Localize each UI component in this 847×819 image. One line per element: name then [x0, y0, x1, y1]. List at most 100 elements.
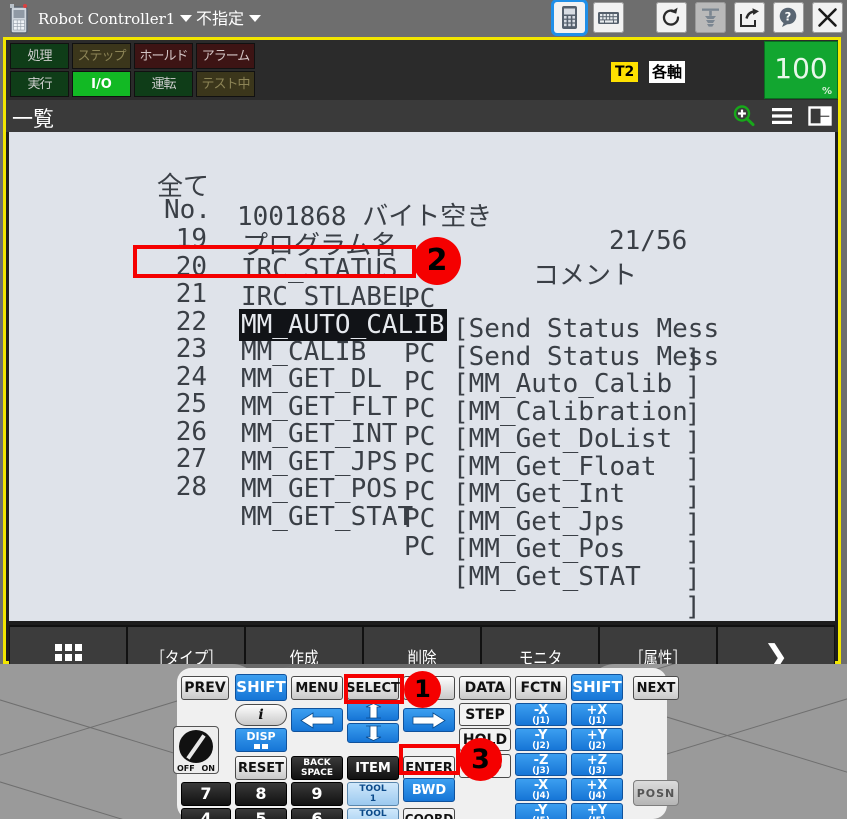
knob-off-label: OFF — [177, 764, 195, 773]
table-row[interactable]: 26 MM_GET_JPS PC [MM_Get_Jps ] — [9, 387, 835, 567]
jog-plus-y-j2-key[interactable]: +Y (J2) — [571, 728, 623, 751]
disp-key[interactable]: DISP — [235, 728, 287, 752]
status-cell-hold[interactable]: ホールド — [134, 43, 193, 69]
jog-minus-x-j4-key[interactable]: -X (J4) — [515, 778, 567, 801]
window-subtitle: 不指定 — [196, 7, 266, 31]
jog-minus-x-j1-key[interactable]: -X (J1) — [515, 703, 567, 726]
data-key[interactable]: DATA — [459, 676, 511, 700]
chevron-down-icon-2[interactable] — [249, 14, 262, 22]
coord-key[interactable]: COORD — [403, 808, 455, 819]
disp-key-bars — [254, 744, 268, 749]
export-arrow-button[interactable] — [733, 2, 765, 33]
jog-minus-y-j2-key[interactable]: -Y (J2) — [515, 728, 567, 751]
list-header-bar: 一覧 — [6, 100, 838, 132]
jog-plus-x-j4-key[interactable]: +X (J4) — [571, 778, 623, 801]
fctn-key[interactable]: FCTN — [515, 676, 567, 700]
status-cell-unten[interactable]: 運転 — [134, 71, 193, 97]
table-row[interactable]: 22 MM_CALIB PC [MM_Calibration ] — [9, 277, 835, 457]
shift-right-key[interactable]: SHIFT — [571, 674, 623, 701]
keyboard-view-button[interactable] — [593, 2, 625, 33]
status-cell-testing[interactable]: テスト中 — [196, 71, 255, 97]
robot-button[interactable] — [694, 2, 726, 33]
enter-key[interactable]: ENTER — [403, 756, 455, 780]
annotation-marker-1: 1 — [404, 671, 441, 708]
list-title: 一覧 — [12, 107, 54, 131]
table-row[interactable]: 23 MM_GET_DL PC [MM_Get_DoList ] — [9, 304, 835, 484]
reset-key[interactable]: RESET — [235, 756, 287, 780]
row-comment: [MM_Get_Int — [453, 479, 626, 509]
status-cell-shori[interactable]: 処理 — [10, 43, 69, 69]
jog-minus-z-j3-key[interactable]: -Z (J3) — [515, 753, 567, 776]
table-row[interactable]: 27 MM_GET_POS PC [MM_Get_Pos ] — [9, 414, 835, 594]
coord-badge: 各軸 — [649, 61, 686, 83]
num9-key[interactable]: 9 — [291, 782, 343, 806]
jog-plus-x-j1-key[interactable]: +X (J1) — [571, 703, 623, 726]
layout-icon[interactable] — [808, 104, 832, 132]
title-bar: Robot Controller1 不指定 ? — [0, 0, 847, 37]
num8-key[interactable]: 8 — [235, 782, 287, 806]
row-comment: [MM_Get_Pos — [453, 534, 626, 564]
titlebar-buttons: ? — [551, 2, 843, 35]
bwd-key[interactable]: BWD — [403, 778, 455, 802]
status-bar: 処理 ステップ ホールド アラーム 実行 I/O 運転 テスト中 T2 各軸 1… — [6, 40, 838, 100]
table-row[interactable]: 24 MM_GET_FLT PC [MM_Get_Float ] — [9, 332, 835, 512]
summary-row: 全て 1001868 バイト空き 21/56 — [9, 136, 835, 256]
program-list-panel[interactable]: 全て 1001868 バイト空き 21/56 No. プログラム名 コメント 1… — [9, 132, 835, 621]
left-arrow-key[interactable] — [291, 708, 343, 732]
num4-key[interactable]: 4 — [181, 808, 231, 819]
select-key[interactable]: SELECT — [346, 676, 400, 700]
close-button[interactable] — [812, 2, 843, 33]
row-bracket: ] — [685, 481, 701, 512]
num7-key[interactable]: 7 — [181, 782, 231, 806]
status-cell-alarm[interactable]: アラーム — [196, 43, 255, 69]
status-cell-io[interactable]: I/O — [72, 71, 131, 97]
annotation-marker-3: 3 — [459, 738, 502, 781]
program-rows: 19 IRC_STATUS PC [Send Status Mess ] 20 … — [9, 194, 835, 622]
jog-plus-z-j3-key[interactable]: +Z (J3) — [571, 753, 623, 776]
svg-text:?: ? — [785, 9, 792, 23]
refresh-button[interactable] — [655, 2, 687, 33]
info-key[interactable]: i — [235, 704, 287, 726]
status-cell-step[interactable]: ステップ — [72, 43, 131, 69]
num5-key[interactable]: 5 — [235, 808, 287, 819]
row-bracket: ] — [685, 591, 701, 622]
up-arrow-key[interactable] — [347, 701, 399, 721]
num6-key[interactable]: 6 — [291, 808, 343, 819]
help-button[interactable]: ? — [772, 2, 804, 33]
app-root: Robot Controller1 不指定 ? 処理 ステップ ホールド アラー… — [0, 0, 847, 819]
row-bracket: ] — [685, 536, 701, 567]
posn-key[interactable]: POSN — [633, 780, 679, 806]
next-key[interactable]: NEXT — [633, 676, 679, 700]
row-name: MM_GET_POS — [241, 474, 398, 504]
item-key[interactable]: ITEM — [347, 756, 399, 780]
arrow-right-icon — [412, 711, 446, 729]
knob-labels: OFF ON — [174, 764, 218, 773]
status-cell-run[interactable]: 実行 — [10, 71, 69, 97]
arrow-down-icon — [365, 725, 381, 741]
speed-override-indicator[interactable]: 100 % — [764, 41, 838, 99]
row-comment: [MM_Get_STAT — [453, 561, 641, 592]
table-row[interactable]: 28 MM_GET_STAT PC [MM_Get_STAT ] — [9, 442, 835, 622]
menu-icon[interactable] — [770, 104, 794, 132]
jog-minus-y-j5-key[interactable]: -Y(J5) — [515, 803, 567, 819]
menu-key[interactable]: MENU — [291, 676, 343, 700]
backspace-key[interactable]: BACK SPACE — [291, 756, 343, 780]
jog-plus-y-j5-key[interactable]: +Y(J5) — [571, 803, 623, 819]
pendant-view-button[interactable] — [554, 2, 586, 33]
right-arrow-key[interactable] — [403, 708, 455, 732]
down-arrow-key[interactable] — [347, 723, 399, 743]
window-title: Robot Controller1 — [38, 8, 197, 30]
tool2-key[interactable]: TOOL 2 — [347, 808, 399, 819]
teach-pendant-icon — [8, 4, 30, 34]
power-knob[interactable]: OFF ON — [173, 726, 219, 774]
table-row[interactable]: 19 IRC_STATUS PC [Send Status Mess ] — [9, 194, 835, 374]
tool1-key[interactable]: TOOL 1 — [347, 782, 399, 806]
zoom-in-icon[interactable] — [732, 104, 756, 132]
shift-left-key[interactable]: SHIFT — [235, 674, 287, 701]
row-bracket: ] — [685, 509, 701, 539]
prev-key[interactable]: PREV — [181, 676, 229, 700]
table-row[interactable]: 25 MM_GET_INT PC [MM_Get_Int ] — [9, 359, 835, 539]
chevron-down-icon[interactable] — [180, 15, 193, 22]
row-bracket: ] — [685, 564, 701, 594]
step-key[interactable]: STEP — [459, 703, 511, 726]
